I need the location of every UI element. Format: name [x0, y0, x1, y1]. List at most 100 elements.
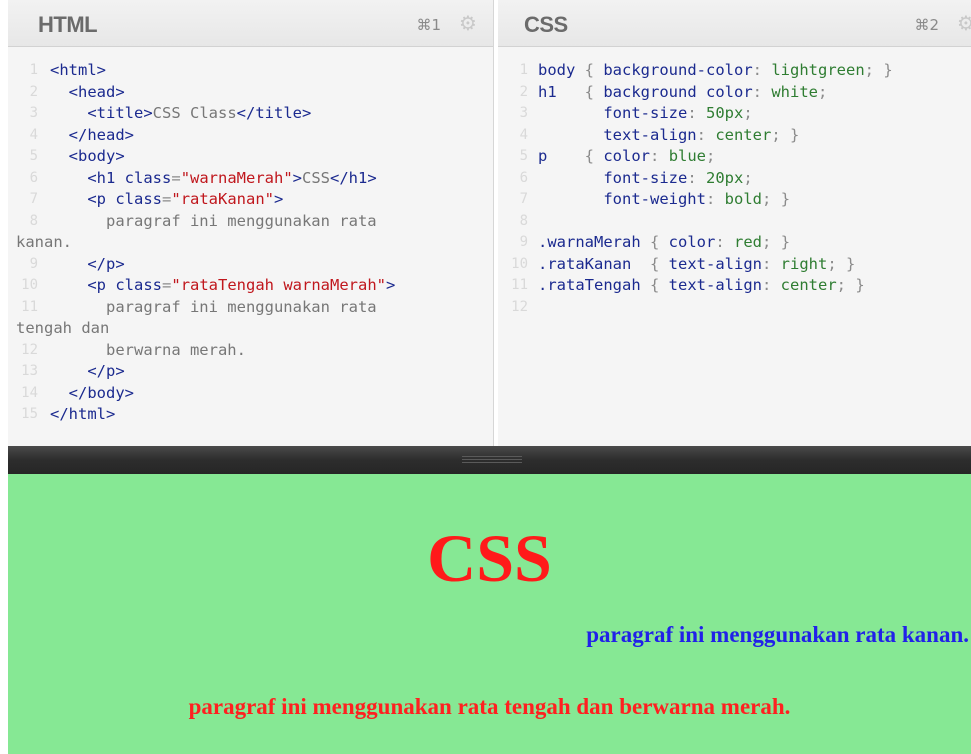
css-pane-header: CSS ⌘2 ⚙: [498, 0, 971, 47]
css-code-editor[interactable]: 1 body { background-color: lightgreen; } 2…: [498, 60, 971, 318]
css-code-line[interactable]: 10 .rataKanan { text-align: right; }: [498, 254, 971, 276]
css-code-line[interactable]: 9 .warnaMerah { color: red; }: [498, 232, 971, 254]
code-text: font-size: 20px;: [538, 168, 753, 187]
html-code-line[interactable]: 3 <title>CSS Class</title>: [8, 103, 493, 125]
code-text: h1 { background color: white;: [538, 82, 828, 101]
css-code-line[interactable]: 6 font-size: 20px;: [498, 168, 971, 190]
html-pane-title: HTML: [38, 12, 98, 37]
line-number: 5: [29, 148, 38, 164]
code-text: <body>: [68, 147, 125, 165]
html-code-line[interactable]: 1 <html>: [8, 60, 493, 82]
code-text: .rataTengah { text-align: center; }: [538, 276, 865, 294]
grip-icon[interactable]: [462, 454, 522, 466]
line-number: 12: [511, 298, 528, 315]
line-number: 1: [519, 62, 528, 78]
gear-icon[interactable]: ⚙: [955, 12, 971, 34]
line-number: 2: [29, 83, 38, 100]
css-code-line[interactable]: 2 h1 { background color: white;: [498, 82, 971, 104]
html-code-line[interactable]: 6 <h1 class="warnaMerah">CSS</h1>: [8, 168, 493, 190]
code-text: font-weight: bold; }: [538, 190, 791, 208]
code-text: .warnaMerah { color: red; }: [538, 233, 791, 251]
html-code-line[interactable]: 15 </html>: [8, 404, 493, 426]
html-code-editor[interactable]: 1 <html> 2 <head> 3 <title>CSS Class</title…: [8, 60, 493, 426]
line-number: 4: [29, 126, 38, 143]
code-text: paragraf ini menggunakan rata: [50, 211, 377, 230]
line-number: 14: [21, 384, 38, 401]
html-code-line[interactable]: 12 berwarna merah.: [8, 340, 493, 362]
editor-area: HTML ⌘1 ⚙ 1 <html> 2 <head> 3 <title>CSS Cl…: [0, 0, 971, 446]
html-code-line[interactable]: 10 <p class="rataTengah warnaMerah">: [8, 275, 493, 297]
code-text: </html>: [50, 405, 116, 423]
css-code-line[interactable]: 11 .rataTengah { text-align: center; }: [498, 275, 971, 297]
code-text: .rataKanan { text-align: right; }: [538, 254, 856, 273]
gear-icon[interactable]: ⚙: [457, 12, 479, 34]
line-number: 3: [519, 105, 528, 121]
code-text: </p>: [87, 362, 125, 380]
code-text: text-align: center; }: [538, 125, 800, 144]
line-number: 10: [511, 255, 528, 272]
line-number: 4: [519, 126, 528, 143]
html-code-line[interactable]: 11 paragraf ini menggunakan rata: [8, 297, 493, 319]
line-number: 11: [21, 298, 38, 315]
html-code-line[interactable]: 9 </p>: [8, 254, 493, 276]
html-code-line[interactable]: 2 <head>: [8, 82, 493, 104]
code-text: p { color: blue;: [538, 147, 716, 165]
html-code-line[interactable]: kanan.: [8, 232, 493, 254]
html-pane-shortcut: ⌘1: [416, 16, 441, 34]
css-code-line[interactable]: 4 text-align: center; }: [498, 125, 971, 147]
line-number: 15: [21, 406, 38, 422]
code-text: <title>CSS Class</title>: [87, 104, 312, 122]
html-code-line[interactable]: 4 </head>: [8, 125, 493, 147]
css-code-line[interactable]: 1 body { background-color: lightgreen; }: [498, 60, 971, 82]
line-number: 5: [519, 148, 528, 164]
line-number: 8: [29, 212, 38, 229]
css-editor-pane[interactable]: CSS ⌘2 ⚙ 1 body { background-color: light…: [498, 0, 971, 446]
line-number: 8: [519, 212, 528, 229]
css-code-line[interactable]: 5 p { color: blue;: [498, 146, 971, 168]
result-preview: CSS paragraf ini menggunakan rata kanan.…: [8, 474, 971, 754]
html-code-line[interactable]: 7 <p class="rataKanan">: [8, 189, 493, 211]
line-number: 6: [519, 169, 528, 186]
code-text: </p>: [87, 254, 125, 273]
preview-paragraph-right: paragraf ini menggunakan rata kanan.: [586, 622, 969, 647]
line-number: 3: [29, 105, 38, 121]
code-text: </head>: [68, 125, 135, 144]
line-number: 10: [21, 277, 38, 293]
line-number: 9: [519, 234, 528, 250]
line-number: 13: [21, 363, 38, 379]
code-text: <p class="rataKanan">: [87, 190, 284, 208]
code-text: kanan.: [16, 233, 72, 251]
css-pane-title: CSS: [524, 12, 568, 37]
code-text: body { background-color: lightgreen; }: [538, 61, 893, 79]
line-number: 7: [519, 191, 528, 207]
line-number: 2: [519, 83, 528, 100]
html-code-line[interactable]: 13 </p>: [8, 361, 493, 383]
line-number: 1: [29, 62, 38, 78]
css-code-line[interactable]: 3 font-size: 50px;: [498, 103, 971, 125]
html-code-line[interactable]: tengah dan: [8, 318, 493, 340]
css-code-line[interactable]: 7 font-weight: bold; }: [498, 189, 971, 211]
line-number: 11: [511, 277, 528, 293]
html-code-line[interactable]: 14 </body>: [8, 383, 493, 405]
code-text: <head>: [68, 82, 125, 101]
code-text: font-size: 50px;: [538, 104, 753, 122]
line-number: 6: [29, 169, 38, 186]
html-editor-pane[interactable]: HTML ⌘1 ⚙ 1 <html> 2 <head> 3 <title>CSS Cl…: [8, 0, 494, 446]
code-text: <html>: [50, 61, 107, 79]
preview-paragraph-center: paragraf ini menggunakan rata tengah dan…: [188, 694, 791, 719]
code-text: paragraf ini menggunakan rata: [50, 297, 377, 316]
css-code-line[interactable]: 8: [498, 211, 971, 233]
line-number: 12: [21, 341, 38, 358]
line-number: 7: [29, 191, 38, 207]
css-code-line[interactable]: 12: [498, 297, 971, 319]
pane-splitter[interactable]: [8, 446, 971, 474]
code-text: <h1 class="warnaMerah">CSS</h1>: [87, 168, 377, 187]
html-pane-header: HTML ⌘1 ⚙: [8, 0, 493, 47]
code-text: berwarna merah.: [50, 340, 246, 359]
html-code-line[interactable]: 5 <body>: [8, 146, 493, 168]
html-code-line[interactable]: 8 paragraf ini menggunakan rata: [8, 211, 493, 233]
code-text: <p class="rataTengah warnaMerah">: [87, 276, 396, 294]
css-pane-shortcut: ⌘2: [914, 16, 939, 34]
preview-heading: CSS: [427, 520, 552, 596]
code-text: </body>: [68, 383, 135, 402]
